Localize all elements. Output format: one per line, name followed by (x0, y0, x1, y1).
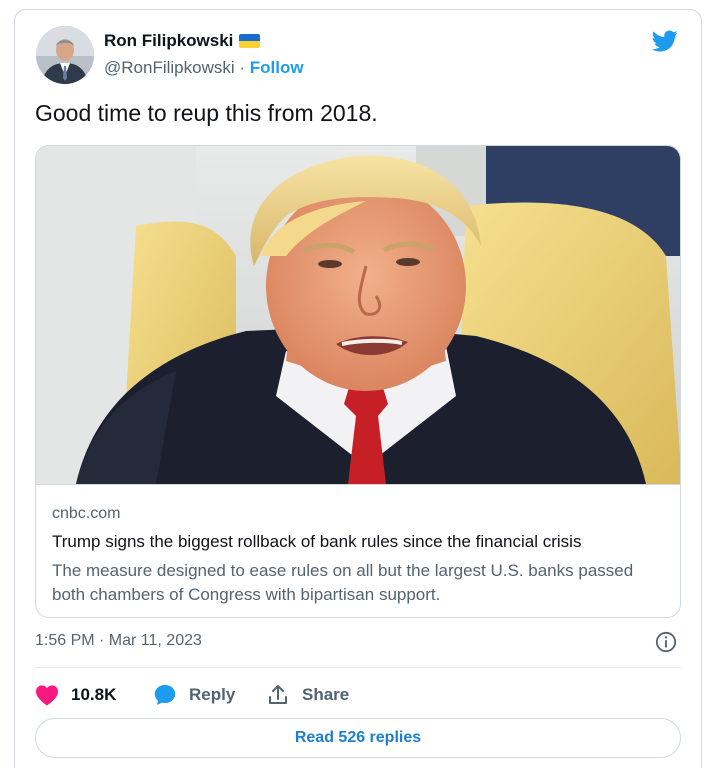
reply-label: Reply (189, 685, 236, 704)
follow-button[interactable]: Follow (250, 58, 304, 77)
tweet-timestamp[interactable]: 1:56 PM · Mar 11, 2023 (35, 632, 202, 650)
author-handle-row: @RonFilipkowski · Follow (104, 58, 304, 78)
twitter-bird-icon[interactable] (650, 28, 680, 54)
tweet-text: Good time to reup this from 2018. (35, 100, 378, 126)
link-title[interactable]: Trump signs the biggest rollback of bank… (52, 532, 581, 552)
author-handle[interactable]: @RonFilipkowski (104, 58, 235, 77)
like-button[interactable]: 10.8K (35, 684, 153, 706)
handle-separator: · (234, 58, 250, 77)
reply-bubble-icon (154, 685, 176, 705)
ukraine-flag-icon (239, 34, 261, 48)
author-name-row[interactable]: Ron Filipkowski (104, 31, 261, 51)
link-preview-meta[interactable]: cnbc.com Trump signs the biggest rollbac… (36, 484, 680, 617)
heart-icon (36, 685, 58, 706)
share-icon (269, 685, 287, 704)
link-domain: cnbc.com (52, 505, 121, 522)
avatar-image (36, 26, 94, 84)
action-bar: 10.8K Reply Share (35, 680, 349, 710)
avatar[interactable] (36, 26, 94, 84)
reply-button[interactable]: Reply (153, 683, 266, 707)
link-description: The measure designed to ease rules on al… (52, 561, 634, 604)
divider (35, 667, 681, 668)
share-button[interactable]: Share (266, 683, 349, 707)
like-count: 10.8K (71, 685, 117, 704)
share-label: Share (302, 685, 350, 704)
link-preview-card[interactable]: cnbc.com Trump signs the biggest rollbac… (35, 145, 681, 618)
link-preview-image[interactable] (36, 146, 681, 484)
author-name[interactable]: Ron Filipkowski (104, 31, 233, 51)
info-icon[interactable] (655, 631, 677, 653)
read-replies-button[interactable]: Read 526 replies (35, 718, 681, 758)
